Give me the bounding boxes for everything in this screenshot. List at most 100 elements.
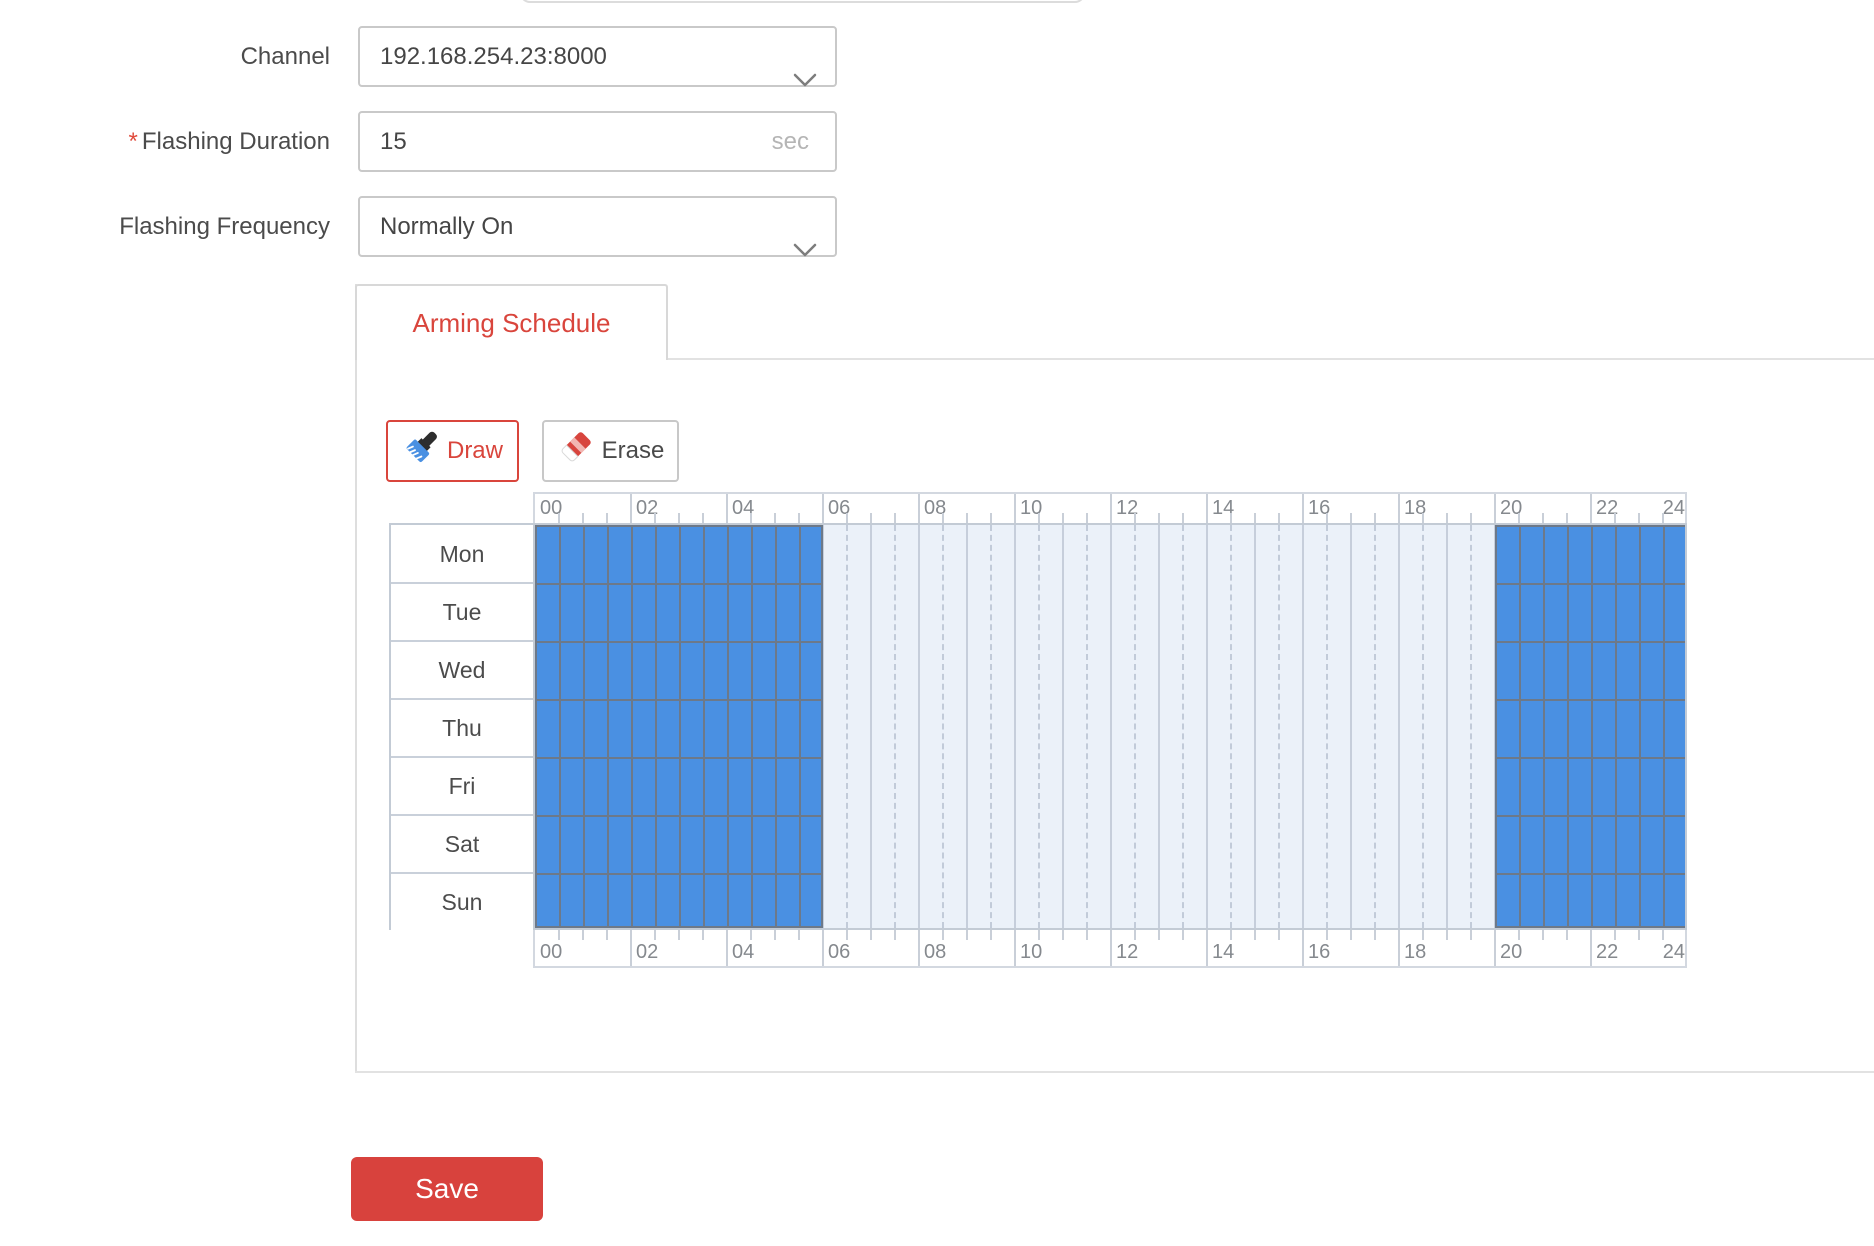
flashing-duration-input[interactable]: 15 sec (358, 111, 837, 172)
half-hour-tick (1662, 513, 1664, 523)
schedule-track[interactable] (533, 525, 1685, 928)
hour-gridline (1014, 525, 1016, 928)
half-hour-tick (1158, 930, 1160, 940)
half-hour-tick (1518, 930, 1520, 940)
half-hour-tick (1254, 513, 1256, 523)
half-hour-gridline (1278, 525, 1280, 928)
half-hour-gridline (1374, 525, 1376, 928)
erase-button[interactable]: Erase (542, 420, 679, 482)
half-hour-tick (1230, 513, 1232, 523)
half-hour-tick (966, 513, 968, 523)
half-hour-tick (558, 930, 560, 940)
half-hour-gridline (1134, 525, 1136, 928)
hour-gridline (918, 525, 920, 928)
half-hour-tick (1182, 930, 1184, 940)
hour-gridline (1206, 930, 1208, 966)
half-hour-tick (1566, 513, 1568, 523)
flashing-frequency-select[interactable]: Normally On (358, 196, 837, 257)
half-hour-tick (1038, 513, 1040, 523)
day-label-sat: Sat (391, 815, 533, 873)
hour-gridline (918, 494, 920, 524)
half-hour-tick (678, 930, 680, 940)
half-hour-tick (1230, 930, 1232, 940)
half-hour-tick (1374, 930, 1376, 940)
half-hour-tick (1182, 513, 1184, 523)
tab-arming-schedule[interactable]: Arming Schedule (355, 284, 668, 360)
flashing-duration-label: *Flashing Duration (0, 111, 330, 172)
hour-gridline (966, 525, 968, 928)
hour-gridline (1590, 494, 1592, 524)
hour-gridline (1350, 525, 1352, 928)
hour-gridline (1110, 930, 1112, 966)
hour-label: 20 (1500, 941, 1522, 964)
hour-label: 06 (828, 941, 850, 964)
hour-label: 04 (732, 941, 754, 964)
hour-gridline (1110, 525, 1112, 928)
half-hour-tick (942, 513, 944, 523)
half-hour-tick (798, 513, 800, 523)
hour-gridline (1494, 930, 1496, 966)
half-hour-tick (654, 930, 656, 940)
half-hour-tick (1062, 513, 1064, 523)
day-label-fri: Fri (391, 757, 533, 815)
schedule-selected-range[interactable] (1495, 525, 1685, 928)
panel-border-bottom (355, 1071, 1874, 1073)
hour-gridline (1302, 525, 1304, 928)
half-hour-tick (1542, 513, 1544, 523)
half-hour-gridline (1182, 525, 1184, 928)
draw-button-label: Draw (447, 437, 503, 465)
hour-label: 00 (540, 941, 562, 964)
half-hour-tick (1038, 930, 1040, 940)
day-label-wed: Wed (391, 641, 533, 699)
half-hour-tick (582, 930, 584, 940)
half-hour-tick (654, 513, 656, 523)
draw-button[interactable]: Draw (386, 420, 519, 482)
unit-suffix: sec (772, 113, 809, 170)
half-hour-tick (1470, 930, 1472, 940)
hour-gridline (1014, 494, 1016, 524)
half-hour-tick (1134, 930, 1136, 940)
hour-label: 02 (636, 941, 658, 964)
half-hour-tick (606, 930, 608, 940)
half-hour-tick (606, 513, 608, 523)
schedule-rows: MonTueWedThuFriSatSun (389, 523, 1687, 930)
chevron-down-icon (793, 51, 817, 108)
half-hour-gridline (942, 525, 944, 928)
half-hour-tick (990, 513, 992, 523)
half-hour-tick (1638, 513, 1640, 523)
channel-select[interactable]: 192.168.254.23:8000 (358, 26, 837, 87)
day-label-sun: Sun (391, 873, 533, 931)
hour-gridline (822, 930, 824, 966)
brush-icon (402, 430, 438, 473)
erase-button-label: Erase (602, 437, 665, 465)
half-hour-tick (1374, 513, 1376, 523)
half-hour-tick (582, 513, 584, 523)
half-hour-tick (1422, 513, 1424, 523)
half-hour-gridline (1038, 525, 1040, 928)
hour-gridline (1398, 494, 1400, 524)
half-hour-tick (1566, 930, 1568, 940)
clipped-element-top (520, 0, 1085, 3)
half-hour-tick (702, 930, 704, 940)
half-hour-tick (774, 930, 776, 940)
half-hour-tick (1422, 930, 1424, 940)
flashing-frequency-row: Flashing Frequency (0, 196, 330, 257)
half-hour-tick (702, 513, 704, 523)
half-hour-tick (798, 930, 800, 940)
save-button[interactable]: Save (351, 1157, 543, 1221)
hour-gridline (1014, 930, 1016, 966)
half-hour-gridline (1470, 525, 1472, 928)
hour-label: 08 (924, 941, 946, 964)
hour-gridline (1302, 494, 1304, 524)
half-hour-tick (1542, 930, 1544, 940)
half-hour-tick (1158, 513, 1160, 523)
tab-arming-schedule-label: Arming Schedule (413, 308, 611, 338)
half-hour-tick (846, 930, 848, 940)
flashing-frequency-label: Flashing Frequency (0, 196, 330, 257)
hour-label: 14 (1212, 941, 1234, 964)
half-hour-gridline (1086, 525, 1088, 928)
half-hour-tick (558, 513, 560, 523)
panel-border-left (355, 284, 357, 1073)
schedule-selected-range[interactable] (535, 525, 823, 928)
half-hour-tick (774, 513, 776, 523)
